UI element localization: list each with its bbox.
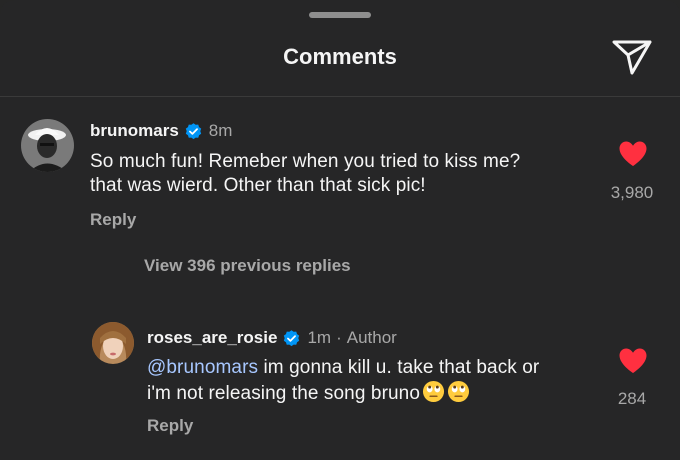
drag-handle[interactable] — [309, 12, 371, 18]
reply-button[interactable]: Reply — [90, 210, 136, 230]
comments-sheet: Comments brunomars 8m So much fun! Remeb… — [0, 0, 680, 460]
comment-meta: brunomars 8m — [90, 121, 232, 141]
paper-plane-icon[interactable] — [611, 38, 653, 76]
comment-timestamp: 8m — [208, 121, 233, 140]
rolling-eyes-emoji-icon — [422, 380, 445, 403]
heart-icon[interactable] — [618, 347, 648, 374]
reply-username[interactable]: roses_are_rosie — [147, 328, 277, 348]
avatar[interactable] — [21, 119, 74, 172]
reply-timestamp: 1m — [307, 328, 332, 347]
comment-text-line-1: So much fun! Remeber when you tried to k… — [90, 151, 521, 172]
like-count: 284 — [617, 389, 647, 408]
reply-button[interactable]: Reply — [147, 416, 193, 436]
avatar[interactable] — [92, 322, 134, 364]
view-previous-replies-button[interactable]: View 396 previous replies — [144, 256, 351, 276]
reply-text-line-2: i'm not releasing the song bruno — [147, 380, 470, 406]
verified-badge-icon — [284, 329, 300, 346]
mention-link[interactable]: @brunomars — [147, 357, 258, 378]
comment-username[interactable]: brunomars — [90, 121, 179, 141]
rolling-eyes-emoji-icon — [447, 380, 470, 403]
reply-text-line-1: @brunomars im gonna kill u. take that ba… — [147, 356, 539, 380]
page-title: Comments — [283, 44, 397, 69]
like-count: 3,980 — [610, 183, 654, 202]
heart-icon[interactable] — [618, 140, 648, 167]
reply-meta: roses_are_rosie 1m · Author — [147, 328, 397, 348]
reply-text-line-2-words: i'm not releasing the song bruno — [147, 383, 420, 404]
header-divider — [0, 96, 680, 97]
verified-badge-icon — [185, 122, 201, 139]
comment-text-line-2: that was wierd. Other than that sick pic… — [90, 175, 426, 196]
meta-separator: · — [336, 328, 342, 347]
reply-text-line-1-rest: im gonna kill u. take that back or — [258, 357, 540, 378]
author-badge: Author — [346, 328, 397, 347]
